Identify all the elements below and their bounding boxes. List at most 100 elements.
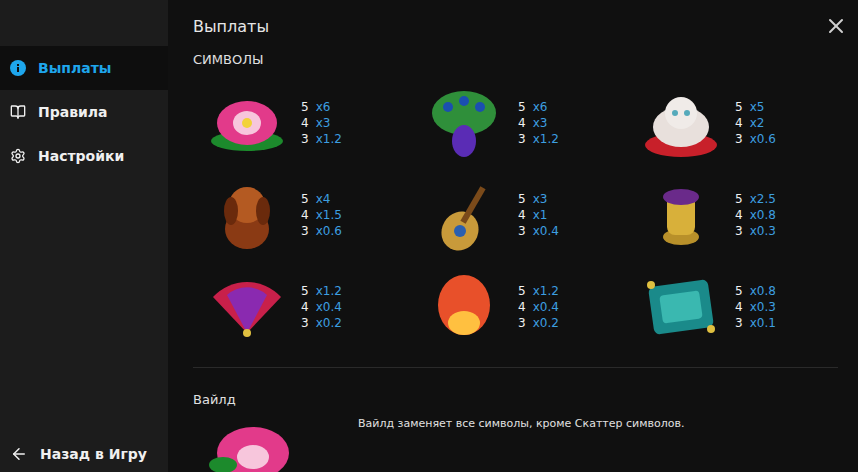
pay-multiplier: x0.4 — [316, 299, 342, 315]
pay-row: 3 x1.2 — [301, 131, 342, 147]
pay-row: 5x4 — [301, 191, 342, 207]
pay-multiplier: x0.2 — [316, 315, 342, 331]
pay-list: 5x1.24x0.43x0.2 — [518, 283, 559, 331]
pay-multiplier: x0.4 — [533, 299, 559, 315]
symbol-cell: 5 x3 4 x1 3 x0.4 — [420, 169, 637, 261]
pay-count: 4 — [518, 299, 526, 315]
pay-row: 4x3 — [518, 115, 559, 131]
dog-icon — [203, 175, 291, 255]
pay-count: 5 — [518, 99, 526, 115]
pay-count: 3 — [518, 223, 526, 239]
paytable-page: ВыплатыПравилаНастройкиНазад в ИгруВыпла… — [0, 0, 858, 472]
pay-row: 5x2.5 — [735, 191, 776, 207]
pay-count: 3 — [518, 131, 526, 147]
section-title: СИМВОЛЫ — [193, 52, 838, 67]
symbol-cell: 5 x6 4 x3 3 x1.2 — [203, 77, 420, 169]
info-icon — [10, 60, 26, 76]
pay-multiplier: x3 — [533, 191, 548, 207]
wild-lotus-icon — [203, 413, 298, 472]
pay-row: 5x1.2 — [301, 283, 342, 299]
pillow-icon — [637, 267, 725, 347]
pay-row: 4 x0.8 — [735, 207, 776, 223]
pay-count: 5 — [518, 191, 526, 207]
pay-multiplier: x1.2 — [533, 283, 559, 299]
pay-count: 4 — [518, 207, 526, 223]
sidebar-item[interactable]: Настройки — [0, 134, 168, 178]
back-to-game-button[interactable]: Назад в Игру — [0, 445, 168, 472]
pay-list: 5x1.24x0.43 x0.2 — [301, 283, 342, 331]
sidebar-item[interactable]: Выплаты — [0, 46, 168, 90]
symbol-cell: 5x0.84x0.33x0.1 — [637, 261, 854, 353]
pay-multiplier: x0.4 — [533, 223, 559, 239]
pay-multiplier: x0.1 — [750, 315, 776, 331]
gear-icon — [10, 148, 26, 164]
pay-row: 4 x0.4 — [518, 299, 559, 315]
pay-list: 5 x3 4 x1 3 x0.4 — [518, 191, 559, 239]
pay-multiplier: x1.5 — [316, 207, 342, 223]
pay-list: 5 x64x33x1.2 — [518, 99, 559, 147]
pay-count: 4 — [301, 207, 309, 223]
pay-count: 5 — [735, 99, 743, 115]
pay-count: 3 — [301, 131, 309, 147]
pay-multiplier: x4 — [316, 191, 331, 207]
pay-row: 3x0.6 — [301, 223, 342, 239]
pay-count: 3 — [735, 223, 743, 239]
content: ВыплатыСИМВОЛЫ5x64x33x1.25x64x33x1.25x54… — [168, 0, 858, 472]
peacock-icon — [420, 83, 508, 163]
pay-multiplier: x0.6 — [750, 131, 776, 147]
pay-multiplier: x1.2 — [316, 131, 342, 147]
pay-row: 5 x1.2 — [518, 283, 559, 299]
pay-multiplier: x0.3 — [750, 299, 776, 315]
pay-multiplier: x6 — [316, 99, 331, 115]
pay-multiplier: x5 — [750, 99, 765, 115]
pay-multiplier: x0.8 — [750, 207, 776, 223]
pay-row: 3x0.3 — [735, 223, 776, 239]
header: Выплаты — [193, 14, 838, 38]
pay-multiplier: x1.2 — [316, 283, 342, 299]
pay-multiplier: x6 — [533, 99, 548, 115]
pay-row: 4x0.4 — [301, 299, 342, 315]
symbol-cell: 5x1.24x0.43 x0.2 — [203, 261, 420, 353]
pay-list: 5 x6 4 x3 3 x1.2 — [301, 99, 342, 147]
pay-row: 4x2 — [735, 115, 776, 131]
pay-row: 3 x0.6 — [735, 131, 776, 147]
pay-count: 5 — [735, 191, 743, 207]
close-button[interactable] — [824, 14, 848, 38]
symbol-cell: 5 x54x23 x0.6 — [637, 77, 854, 169]
pay-row: 4 x3 — [301, 115, 342, 131]
arrow-left-icon — [10, 445, 28, 463]
pay-list: 5x44 x1.53x0.6 — [301, 191, 342, 239]
pay-count: 4 — [735, 115, 743, 131]
pay-count: 3 — [301, 315, 309, 331]
pay-count: 4 — [735, 299, 743, 315]
pay-count: 4 — [735, 207, 743, 223]
lantern-icon — [420, 267, 508, 347]
divider — [193, 367, 838, 368]
fan-icon — [203, 267, 291, 347]
page-title: Выплаты — [193, 17, 269, 36]
book-icon — [10, 104, 26, 120]
pay-count: 3 — [735, 131, 743, 147]
lotus-icon — [203, 83, 291, 163]
pay-row: 5 x6 — [518, 99, 559, 115]
pay-multiplier: x0.8 — [750, 283, 776, 299]
pay-count: 5 — [518, 283, 526, 299]
pay-list: 5x2.54 x0.83x0.3 — [735, 191, 776, 239]
pay-multiplier: x0.6 — [316, 223, 342, 239]
pay-count: 4 — [301, 115, 309, 131]
sidebar-item[interactable]: Правила — [0, 90, 168, 134]
symbol-cell: 5x2.54 x0.83x0.3 — [637, 169, 854, 261]
pay-count: 4 — [518, 115, 526, 131]
pay-multiplier: x3 — [316, 115, 331, 131]
pay-count: 5 — [301, 99, 309, 115]
pay-multiplier: x1 — [533, 207, 548, 223]
vase-icon — [637, 175, 725, 255]
lute-icon — [420, 175, 508, 255]
symbols-grid: 5x64x33x1.25x64x33x1.25x54x23x0.65x44x1.… — [193, 77, 838, 353]
pay-count: 3 — [735, 315, 743, 331]
symbol-cell: 5x44 x1.53x0.6 — [203, 169, 420, 261]
pay-row: 4 x0.3 — [735, 299, 776, 315]
pay-row: 5 x5 — [735, 99, 776, 115]
cat-icon — [637, 83, 725, 163]
pay-row: 3x1.2 — [518, 131, 559, 147]
